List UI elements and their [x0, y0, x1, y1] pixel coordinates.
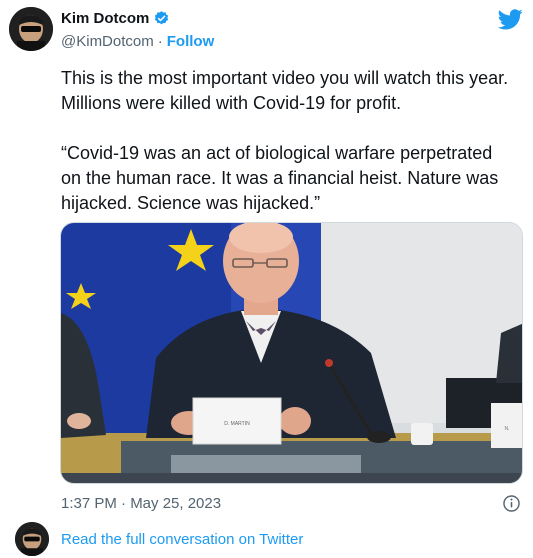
tweet-card: Kim Dotcom @KimDotcom · Follow This is t…: [0, 0, 533, 558]
separator-dot: ·: [157, 33, 163, 50]
author-handle[interactable]: @KimDotcom: [61, 33, 154, 50]
tweet-video[interactable]: D. MARTIN N.: [60, 222, 523, 484]
nameplate-right-text: N.: [505, 426, 510, 432]
follow-button[interactable]: Follow: [167, 33, 215, 50]
video-frame: D. MARTIN N.: [61, 223, 522, 483]
read-conversation-link[interactable]: Read the full conversation on Twitter: [61, 531, 303, 548]
twitter-bird-icon[interactable]: [498, 9, 523, 30]
verified-badge-icon: [155, 11, 169, 25]
tweet-paragraph: This is the most important video you wil…: [61, 68, 509, 113]
tweet-timestamp[interactable]: 1:37 PM · May 25, 2023: [61, 495, 221, 512]
tweet-quote-paragraph: “Covid-19 was an act of biological warfa…: [61, 143, 499, 213]
author-avatar[interactable]: [9, 7, 53, 51]
nameplate-left-text: D. MARTIN: [224, 421, 250, 427]
author-display-name[interactable]: Kim Dotcom: [61, 10, 149, 27]
tweet-text: This is the most important video you wil…: [61, 66, 516, 216]
info-icon[interactable]: [502, 494, 521, 513]
footer-avatar[interactable]: [15, 522, 49, 556]
